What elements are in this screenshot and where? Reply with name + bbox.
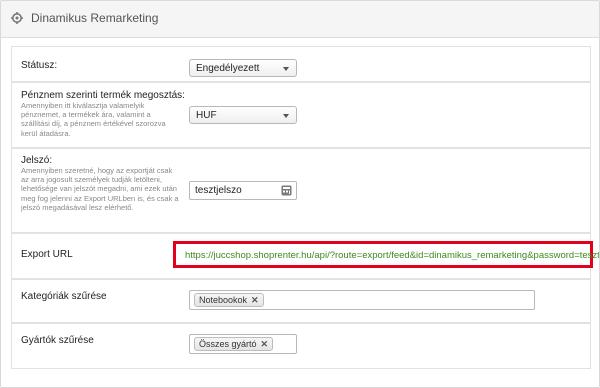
currency-label: Pénznem szerinti termék megosztás: [21,90,185,101]
manufacturers-row [11,323,591,369]
status-select-value: Engedélyezett [196,63,260,74]
currency-select-value: HUF [196,110,217,121]
categories-filter-input[interactable]: Notebookok ✕ [189,290,535,310]
remove-tag-icon[interactable]: ✕ [261,339,269,349]
remove-tag-icon[interactable]: ✕ [251,295,259,305]
password-label: Jelszó: [21,155,53,166]
chevron-down-icon [283,114,289,118]
settings-panel: Dinamikus Remarketing Státusz: Engedélye… [0,0,600,388]
panel-title: Dinamikus Remarketing [31,11,159,25]
status-row [11,46,591,82]
password-generate-icon[interactable] [281,185,292,196]
manufacturers-filter-input[interactable]: Összes gyártó ✕ [189,334,297,354]
chevron-down-icon [283,67,289,71]
currency-select[interactable]: HUF [189,106,297,124]
password-input[interactable]: tesztjelszo [189,181,297,200]
export-url-highlight: https://juccshop.shoprenter.hu/api/?rout… [173,241,599,268]
category-tag-label: Notebookok [199,295,248,305]
currency-help-text: Amennyiben itt kiválasztja valamelyik pé… [21,101,166,138]
manufacturers-label: Gyártók szűrése [21,335,94,346]
categories-label: Kategóriák szűrése [21,291,107,302]
gear-icon [11,12,23,24]
export-url-label: Export URL [21,249,73,260]
status-select[interactable]: Engedélyezett [189,59,297,77]
panel-header: Dinamikus Remarketing [1,1,599,38]
manufacturer-tag-label: Összes gyártó [199,339,257,349]
password-help-text: Amennyiben szeretné, hogy az exportját c… [21,166,179,212]
password-input-value: tesztjelszo [195,185,242,196]
export-url-link[interactable]: https://juccshop.shoprenter.hu/api/?rout… [185,250,599,261]
status-label: Státusz: [21,60,58,71]
category-tag: Notebookok ✕ [194,293,264,307]
manufacturer-tag: Összes gyártó ✕ [194,337,274,351]
